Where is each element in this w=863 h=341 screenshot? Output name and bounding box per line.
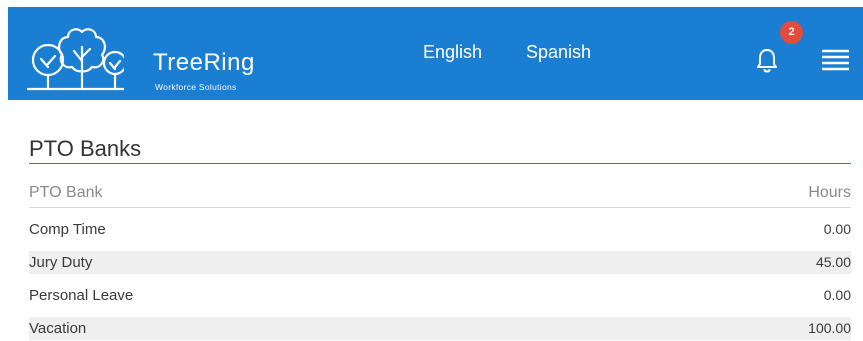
column-header-hours: Hours: [808, 184, 851, 201]
pto-bank-hours: 45.00: [815, 254, 851, 270]
pto-bank-hours: 100.00: [808, 320, 851, 336]
table-row: Comp Time 0.00: [29, 218, 851, 241]
pto-banks-table: PTO Bank Hours Comp Time 0.00 Jury Duty …: [29, 181, 851, 340]
pto-bank-name: Personal Leave: [29, 287, 134, 304]
top-header-bar: TreeRing Workforce Solutions English Spa…: [8, 7, 863, 100]
table-row: Jury Duty 45.00: [29, 251, 851, 274]
pto-bank-name: Vacation: [29, 320, 87, 337]
table-row: Vacation 100.00: [29, 317, 851, 340]
section-title-divider: [29, 163, 851, 164]
brand-name: TreeRing: [153, 49, 255, 76]
column-header-pto-bank: PTO Bank: [29, 184, 103, 201]
section-title: PTO Banks: [29, 136, 142, 161]
tree-logo-icon[interactable]: [24, 17, 128, 97]
page: TreeRing Workforce Solutions English Spa…: [0, 0, 863, 341]
notification-count-badge[interactable]: 2: [780, 21, 803, 44]
table-row: Personal Leave 0.00: [29, 284, 851, 307]
hamburger-menu-icon[interactable]: [822, 48, 849, 72]
pto-bank-name: Comp Time: [29, 221, 106, 238]
brand-tagline: Workforce Solutions: [155, 82, 237, 92]
pto-bank-name: Jury Duty: [29, 254, 93, 271]
table-header: PTO Bank Hours: [29, 181, 851, 208]
pto-bank-hours: 0.00: [823, 221, 851, 237]
language-english-link[interactable]: English: [423, 42, 482, 63]
bell-icon[interactable]: [756, 47, 778, 75]
pto-bank-hours: 0.00: [823, 287, 851, 303]
language-spanish-link[interactable]: Spanish: [526, 42, 591, 63]
table-body: Comp Time 0.00 Jury Duty 45.00 Personal …: [29, 218, 851, 340]
